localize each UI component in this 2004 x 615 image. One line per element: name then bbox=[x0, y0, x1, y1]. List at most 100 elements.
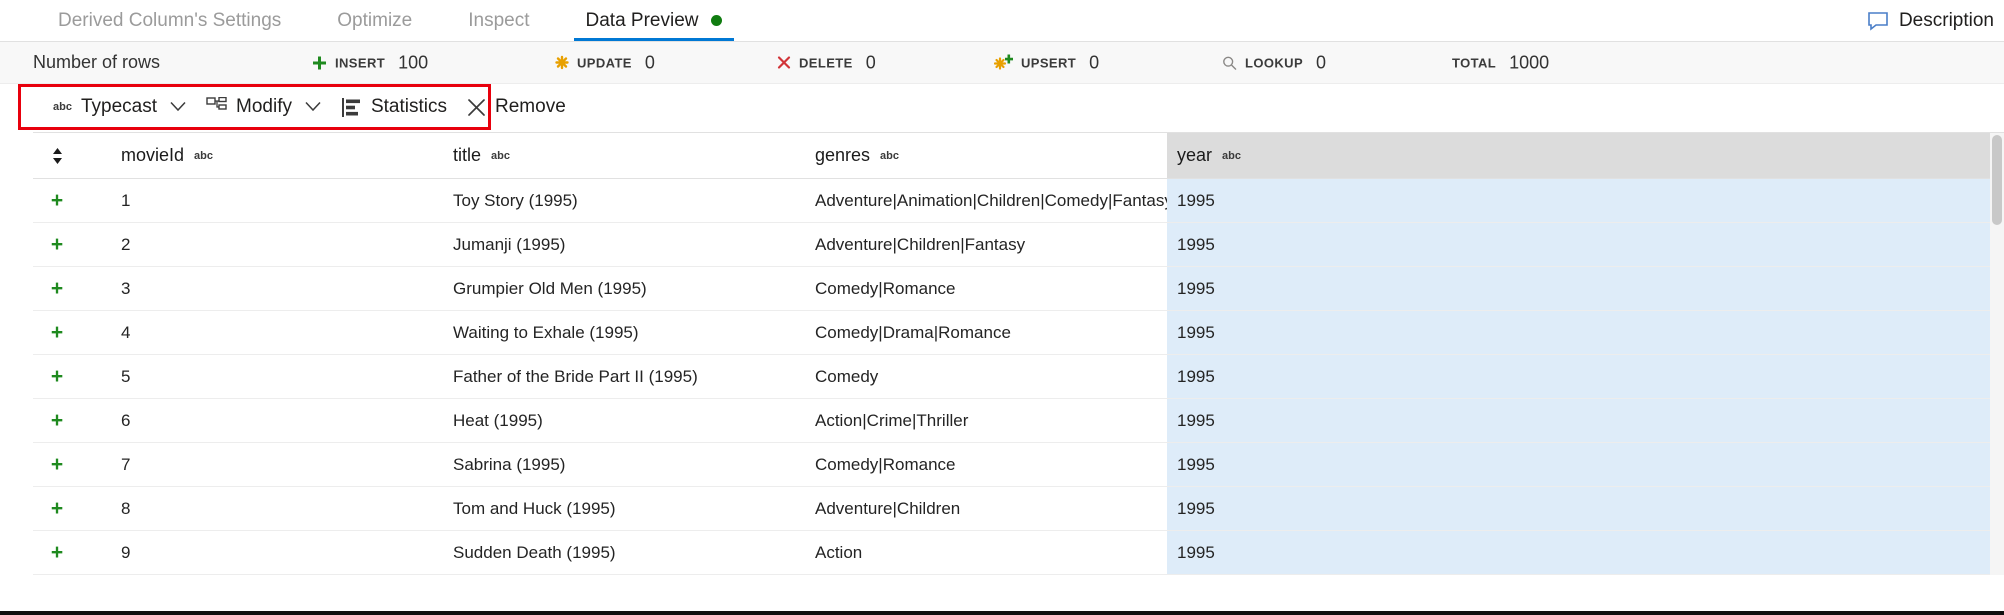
description-button[interactable]: Description bbox=[1853, 0, 2004, 42]
grid-vertical-scrollbar[interactable] bbox=[1990, 133, 2004, 575]
row-insert-marker: + bbox=[33, 542, 81, 563]
row-insert-marker: + bbox=[33, 278, 81, 299]
cell-text: Adventure|Children|Fantasy bbox=[815, 234, 1026, 254]
column-header-label: genres bbox=[815, 145, 871, 165]
row-insert-marker: + bbox=[33, 366, 81, 387]
cell-text: 1995 bbox=[1177, 542, 1215, 562]
tab-derived-column-s-settings[interactable]: Derived Column's Settings bbox=[30, 0, 309, 41]
cell-text: Heat (1995) bbox=[453, 410, 543, 430]
stat-value: 0 bbox=[644, 52, 655, 72]
column-header-genres[interactable]: genres abc bbox=[805, 145, 1167, 166]
cell-year: 1995 bbox=[1167, 399, 2004, 442]
cell-title: Father of the Bride Part II (1995) bbox=[443, 367, 805, 387]
row-insert-marker: + bbox=[33, 234, 81, 255]
cell-text: 3 bbox=[121, 278, 131, 298]
cell-text: 1995 bbox=[1177, 278, 1215, 298]
statistics-button[interactable]: Statistics bbox=[331, 92, 457, 122]
toolbar-button-label: Typecast bbox=[80, 96, 158, 117]
cell-genres: Adventure|Children bbox=[805, 499, 1167, 519]
close-icon bbox=[467, 98, 486, 117]
table-row[interactable]: +1 Toy Story (1995) Adventure|Animation|Ch… bbox=[33, 179, 2004, 223]
column-header-label: movieId bbox=[121, 145, 185, 165]
table-row[interactable]: +3 Grumpier Old Men (1995) Comedy|Romance 1… bbox=[33, 267, 2004, 311]
column-header-title[interactable]: title abc bbox=[443, 145, 805, 166]
description-label: Description bbox=[1898, 10, 1994, 31]
cell-genres: Comedy bbox=[805, 367, 1167, 387]
tab-status-dot-icon bbox=[710, 15, 722, 26]
cell-title: Grumpier Old Men (1995) bbox=[443, 279, 805, 299]
table-row[interactable]: +7 Sabrina (1995) Comedy|Romance 1995 bbox=[33, 443, 2004, 487]
stat-label: UPDATE bbox=[577, 55, 632, 70]
stat-value: 1000 bbox=[1509, 52, 1550, 72]
column-action-toolbar: abc Typecast Modify Statistics Remove bbox=[18, 84, 566, 130]
cell-text: Father of the Bride Part II (1995) bbox=[453, 366, 698, 386]
column-header-movieId[interactable]: movieId abc bbox=[81, 145, 443, 166]
column-type-abc-icon: abc bbox=[491, 149, 510, 162]
cell-movieId: 4 bbox=[81, 323, 443, 343]
cell-genres: Comedy|Romance bbox=[805, 455, 1167, 475]
rows-label: Number of rows bbox=[33, 52, 161, 72]
stat-label: LOOKUP bbox=[1245, 55, 1304, 70]
cell-genres: Adventure|Animation|Children|Comedy|Fant… bbox=[805, 191, 1173, 211]
table-row[interactable]: +8 Tom and Huck (1995) Adventure|Children 1… bbox=[33, 487, 2004, 531]
cell-text: 2 bbox=[121, 234, 131, 254]
table-row[interactable]: +5 Father of the Bride Part II (1995) Come… bbox=[33, 355, 2004, 399]
sort-column-button[interactable] bbox=[33, 147, 81, 165]
cell-text: Sabrina (1995) bbox=[453, 454, 566, 474]
toolbar-button-label: Modify bbox=[236, 96, 292, 117]
bar-chart-icon bbox=[341, 97, 362, 118]
tab-label: Optimize bbox=[337, 9, 413, 31]
cell-movieId: 7 bbox=[81, 455, 443, 475]
cell-text: 4 bbox=[121, 322, 131, 342]
scrollbar-thumb[interactable] bbox=[1992, 135, 2002, 225]
stat-label: INSERT bbox=[335, 55, 386, 70]
comment-icon bbox=[1867, 10, 1889, 32]
table-row[interactable]: +9 Sudden Death (1995) Action 1995 bbox=[33, 531, 2004, 575]
modify-button[interactable]: Modify bbox=[196, 92, 331, 122]
stat-value: 0 bbox=[1316, 52, 1327, 72]
row-insert-marker: + bbox=[33, 454, 81, 475]
cell-text: Waiting to Exhale (1995) bbox=[453, 322, 639, 342]
cell-text: Jumanji (1995) bbox=[453, 234, 566, 254]
cell-text: 1995 bbox=[1177, 454, 1215, 474]
tab-label: Data Preview bbox=[585, 9, 699, 31]
cell-text: Sudden Death (1995) bbox=[453, 542, 616, 562]
tab-optimize[interactable]: Optimize bbox=[309, 0, 440, 41]
cell-text: Action|Crime|Thriller bbox=[815, 410, 969, 430]
plus-icon: + bbox=[50, 453, 64, 476]
x-icon bbox=[777, 56, 791, 70]
column-type-abc-icon: abc bbox=[1222, 149, 1241, 162]
cell-year: 1995 bbox=[1167, 443, 2004, 486]
table-row[interactable]: +4 Waiting to Exhale (1995) Comedy|Drama|R… bbox=[33, 311, 2004, 355]
cell-text: Action bbox=[815, 542, 863, 562]
cell-movieId: 6 bbox=[81, 411, 443, 431]
table-row[interactable]: +6 Heat (1995) Action|Crime|Thriller 1995 bbox=[33, 399, 2004, 443]
cell-text: 1995 bbox=[1177, 322, 1215, 342]
cell-text: 9 bbox=[121, 542, 131, 562]
cell-text: Comedy|Romance bbox=[815, 278, 956, 298]
cell-title: Toy Story (1995) bbox=[443, 191, 805, 211]
cell-year: 1995 bbox=[1167, 531, 2004, 574]
tab-data-preview[interactable]: Data Preview bbox=[558, 0, 750, 41]
cell-title: Tom and Huck (1995) bbox=[443, 499, 805, 519]
column-type-abc-icon: abc bbox=[880, 149, 900, 162]
table-row[interactable]: +2 Jumanji (1995) Adventure|Children|Fanta… bbox=[33, 223, 2004, 267]
stat-value: 100 bbox=[398, 52, 429, 72]
tab-label: Inspect bbox=[468, 9, 530, 31]
abc-icon: abc bbox=[53, 101, 72, 113]
cell-text: Tom and Huck (1995) bbox=[453, 498, 616, 518]
window-bottom-edge bbox=[0, 611, 2004, 615]
plus-icon: + bbox=[50, 233, 64, 256]
typecast-button[interactable]: abc Typecast bbox=[43, 92, 196, 122]
cell-genres: Comedy|Drama|Romance bbox=[805, 323, 1167, 343]
remove-button[interactable]: Remove bbox=[457, 92, 576, 122]
cell-year: 1995 bbox=[1167, 267, 2004, 310]
column-header-year[interactable]: year abc bbox=[1167, 133, 2004, 178]
cell-text: 1 bbox=[121, 190, 131, 210]
hierarchy-icon bbox=[206, 96, 227, 118]
cell-genres: Action bbox=[805, 543, 1167, 563]
row-insert-marker: + bbox=[33, 322, 81, 343]
cell-text: 1995 bbox=[1177, 190, 1215, 210]
cell-year: 1995 bbox=[1167, 179, 2004, 222]
tab-inspect[interactable]: Inspect bbox=[440, 0, 557, 41]
